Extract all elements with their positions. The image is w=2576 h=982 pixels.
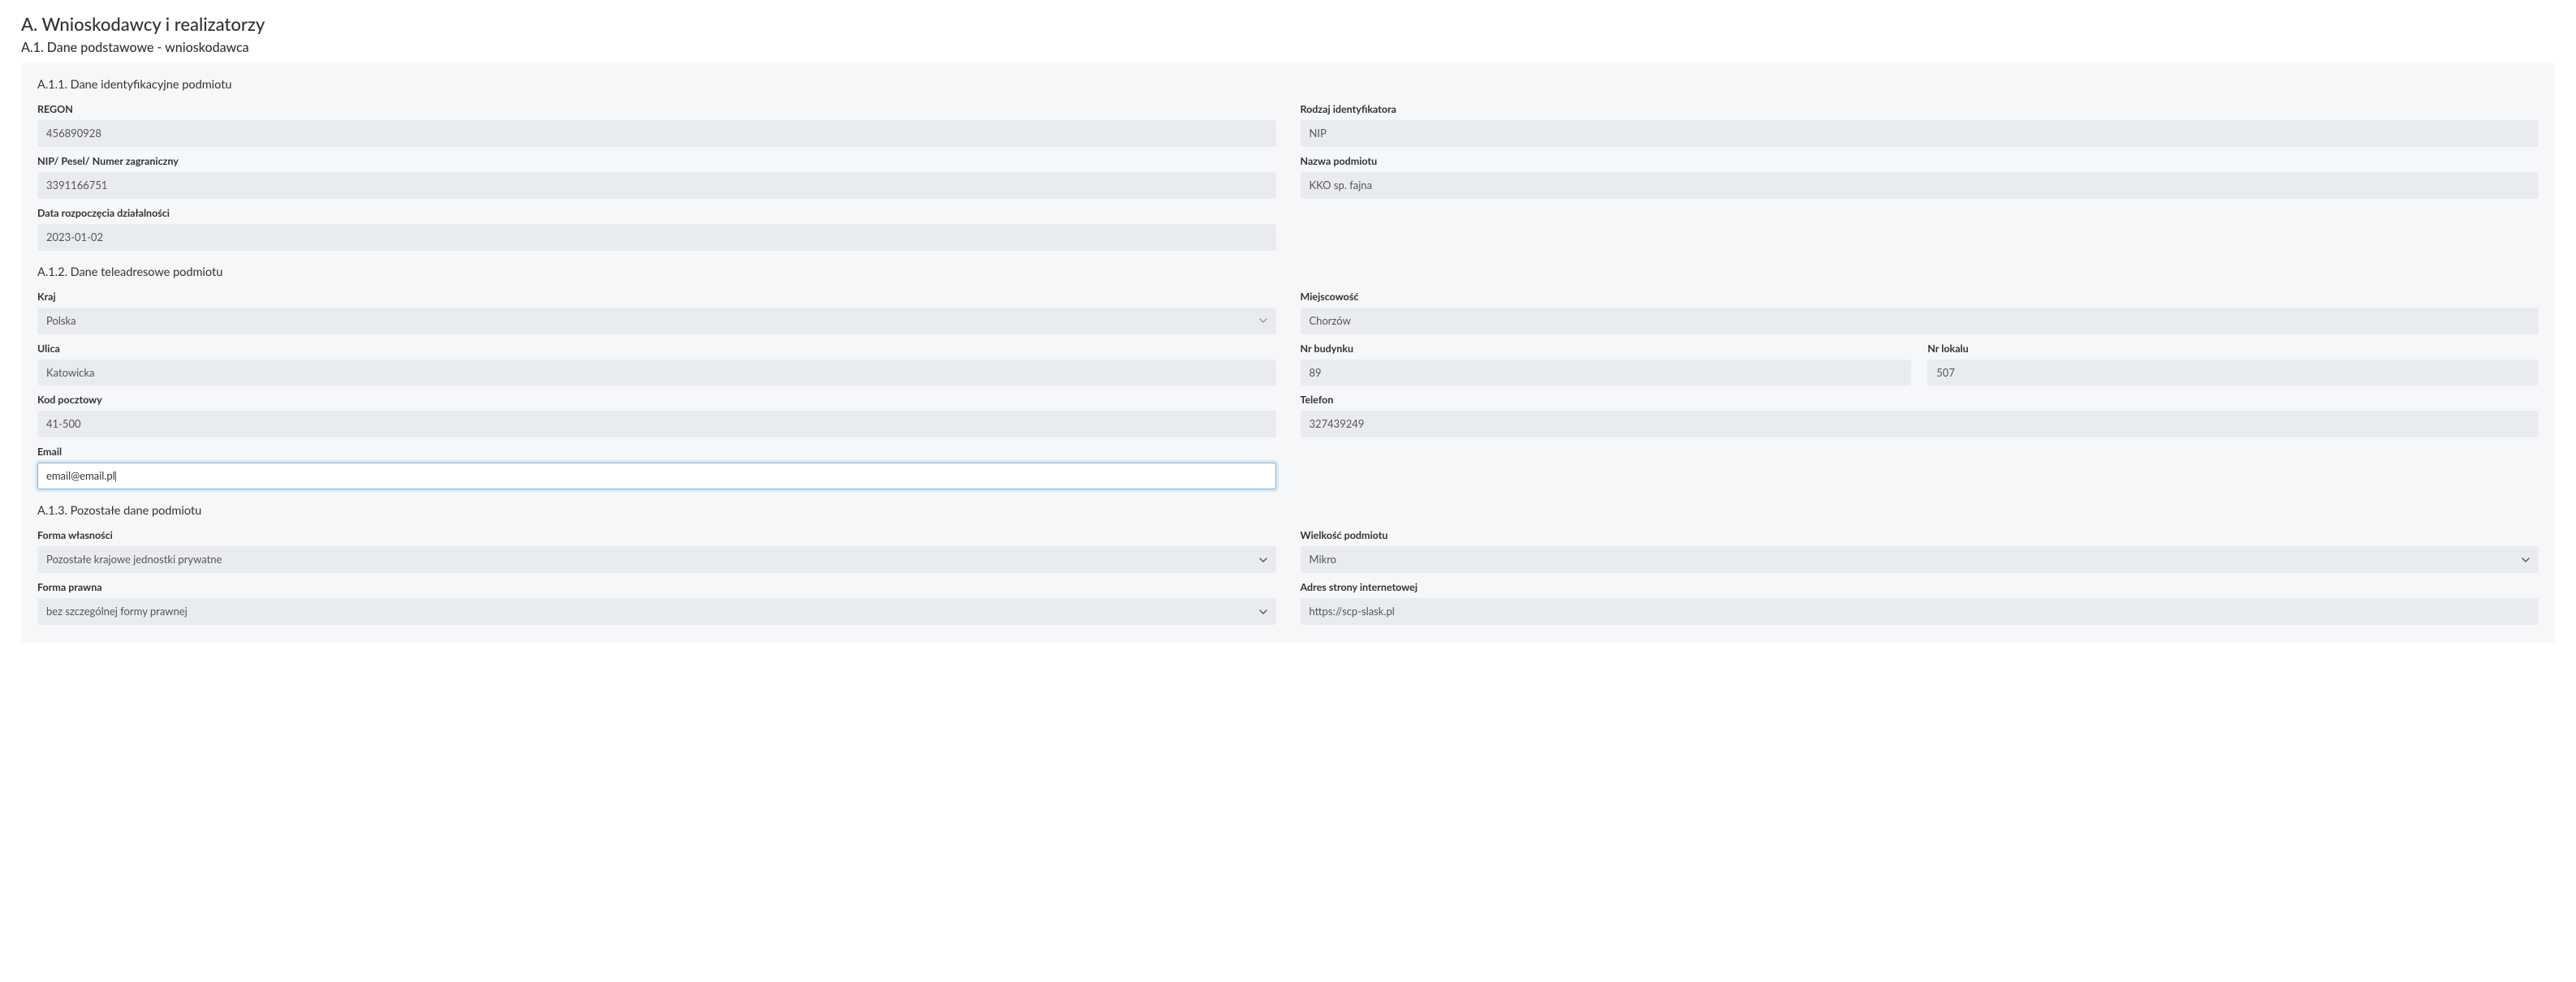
label-telefon: Telefon — [1301, 394, 2539, 406]
input-telefon[interactable]: 327439249 — [1301, 411, 2539, 437]
select-wielkosc[interactable]: Mikro — [1301, 546, 2539, 573]
chevron-down-icon — [1259, 318, 1267, 323]
label-miejscowosc: Miejscowość — [1301, 291, 2539, 303]
select-kraj[interactable]: Polska — [37, 308, 1276, 334]
label-wielkosc: Wielkość podmiotu — [1301, 529, 2539, 541]
section-a13-title: A.1.3. Pozostałe dane podmiotu — [37, 504, 2539, 518]
label-ulica: Ulica — [37, 342, 1276, 355]
input-miejscowosc[interactable]: Chorzów — [1301, 308, 2539, 334]
select-kraj-value: Polska — [46, 314, 76, 327]
select-forma-wl-value: Pozostałe krajowe jednostki prywatne — [46, 553, 222, 566]
label-nazwa: Nazwa podmiotu — [1301, 155, 2539, 167]
input-regon[interactable]: 456890928 — [37, 120, 1276, 147]
input-nip-pesel[interactable]: 3391166751 — [37, 172, 1276, 199]
chevron-down-icon — [2522, 558, 2530, 562]
input-nr-lokalu[interactable]: 507 — [1927, 360, 2539, 386]
chevron-down-icon — [1259, 609, 1267, 614]
input-nr-budynku[interactable]: 89 — [1301, 360, 1912, 386]
select-wielkosc-value: Mikro — [1310, 553, 1337, 566]
input-email-value: email@email.pl — [46, 469, 117, 482]
section-a1-title: A.1. Dane podstawowe - wnioskodawca — [21, 40, 2555, 55]
label-kraj: Kraj — [37, 291, 1276, 303]
label-adres-www: Adres strony internetowej — [1301, 581, 2539, 593]
section-a11-title: A.1.1. Dane identyfikacyjne podmiotu — [37, 78, 2539, 92]
input-nazwa[interactable]: KKO sp. fajna — [1301, 172, 2539, 199]
label-nr-budynku: Nr budynku — [1301, 342, 1912, 355]
select-forma-pr[interactable]: bez szczególnej formy prawnej — [37, 598, 1276, 625]
label-forma-pr: Forma prawna — [37, 581, 1276, 593]
label-nr-lokalu: Nr lokalu — [1927, 342, 2539, 355]
input-ulica[interactable]: Katowicka — [37, 360, 1276, 386]
label-nip-pesel: NIP/ Pesel/ Numer zagraniczny — [37, 155, 1276, 167]
label-regon: REGON — [37, 103, 1276, 115]
label-data-rozp: Data rozpoczęcia działalności — [37, 207, 1276, 219]
label-email: Email — [37, 446, 1276, 458]
section-a-title: A. Wnioskodawcy i realizatorzy — [21, 13, 2555, 35]
label-forma-wl: Forma własności — [37, 529, 1276, 541]
select-forma-pr-value: bez szczególnej formy prawnej — [46, 605, 188, 618]
label-kod: Kod pocztowy — [37, 394, 1276, 406]
section-a12-title: A.1.2. Dane teleadresowe podmiotu — [37, 265, 2539, 279]
input-kod[interactable]: 41-500 — [37, 411, 1276, 437]
chevron-down-icon — [1259, 558, 1267, 562]
input-email[interactable]: email@email.pl — [37, 463, 1276, 489]
form-panel: A.1.1. Dane identyfikacyjne podmiotu REG… — [21, 63, 2555, 643]
input-adres-www[interactable]: https://scp-slask.pl — [1301, 598, 2539, 625]
label-rodzaj-id: Rodzaj identyfikatora — [1301, 103, 2539, 115]
select-forma-wl[interactable]: Pozostałe krajowe jednostki prywatne — [37, 546, 1276, 573]
input-data-rozp[interactable]: 2023-01-02 — [37, 224, 1276, 251]
input-rodzaj-id[interactable]: NIP — [1301, 120, 2539, 147]
